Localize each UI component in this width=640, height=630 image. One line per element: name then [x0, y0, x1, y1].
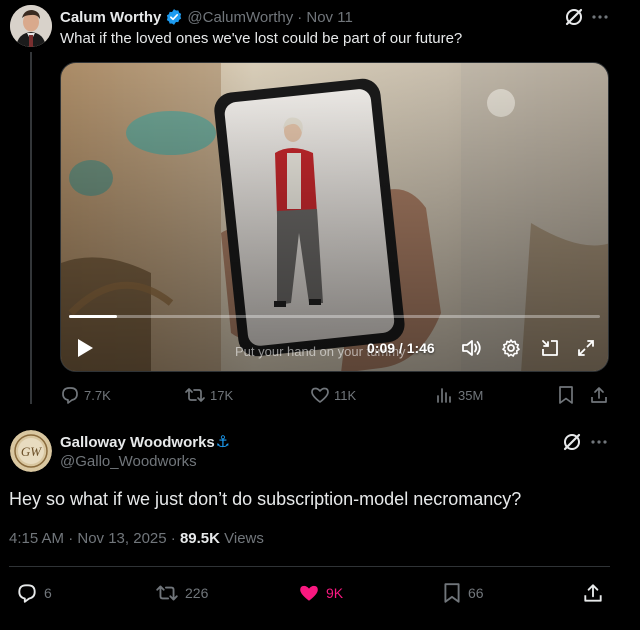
reply-button[interactable]: 7.7K	[60, 383, 111, 407]
settings-gear-icon[interactable]	[498, 335, 524, 361]
heart-icon	[311, 387, 329, 403]
views-count: 89.5K	[179, 530, 220, 547]
thread-connector-line	[30, 52, 32, 404]
bookmark-button[interactable]	[557, 383, 579, 407]
video-player[interactable]: Put your hand on your tummy 0:09 / 1:46	[60, 62, 609, 372]
tweet-meta: 4:15 AM · Nov 13, 2025 · 89.5K Views	[9, 530, 264, 547]
more-options-icon[interactable]	[591, 6, 609, 28]
divider	[9, 566, 610, 567]
avatar-calum-worthy[interactable]	[10, 5, 52, 47]
reply-count: 6	[44, 585, 52, 601]
tweet-actions: 7.7K 17K 11K 35M	[60, 383, 613, 407]
tweet-text: What if the loved ones we've lost could …	[60, 30, 463, 47]
repost-count: 226	[185, 585, 209, 601]
reply-button[interactable]: 6	[16, 580, 52, 606]
views-chart-icon	[437, 388, 451, 403]
bookmark-button[interactable]: 66	[442, 580, 484, 606]
more-options-icon[interactable]	[590, 431, 608, 453]
video-frame-image	[61, 63, 608, 371]
reply-icon	[18, 584, 36, 603]
fullscreen-icon[interactable]	[573, 335, 599, 361]
bookmark-icon	[559, 386, 573, 404]
tweet-actions: 6 226 9K 66	[0, 580, 640, 606]
like-button[interactable]: 9K	[298, 580, 343, 606]
repost-icon	[156, 585, 178, 601]
share-button[interactable]	[583, 580, 609, 606]
like-button[interactable]: 11K	[310, 383, 356, 407]
like-count: 9K	[326, 585, 344, 601]
avatar-galloway-woodworks[interactable]: GW	[10, 430, 52, 472]
repost-count: 17K	[210, 387, 234, 403]
share-button[interactable]	[590, 383, 612, 407]
anchor-emoji: ⚓	[215, 434, 231, 451]
tweet-text: Hey so what if we just don’t do subscrip…	[9, 489, 522, 509]
picture-in-picture-icon[interactable]	[537, 335, 563, 361]
tweet-header: Calum Worthy @CalumWorthy · Nov 11	[60, 6, 353, 28]
author-name[interactable]: Calum Worthy	[60, 9, 161, 26]
tweet-timestamp[interactable]: 4:15 AM · Nov 13, 2025 ·	[9, 530, 180, 547]
svg-text:GW: GW	[21, 444, 42, 459]
grok-icon[interactable]	[564, 6, 584, 28]
author-name-row: Galloway Woodworks ⚓	[60, 432, 230, 452]
video-progress-bar[interactable]	[69, 315, 600, 318]
author-handle[interactable]: @CalumWorthy	[187, 9, 293, 26]
play-icon[interactable]	[73, 335, 97, 361]
author-handle[interactable]: @Gallo_Woodworks	[60, 453, 197, 470]
verified-badge-icon	[165, 8, 183, 26]
views-count: 35M	[458, 387, 484, 403]
bookmark-count: 66	[468, 585, 484, 601]
share-icon	[584, 584, 602, 602]
reply-icon	[62, 387, 78, 404]
author-name[interactable]: Galloway Woodworks	[60, 434, 215, 451]
repost-icon	[185, 388, 205, 402]
like-count: 11K	[334, 387, 357, 403]
volume-icon[interactable]	[459, 335, 485, 361]
video-progress-fill	[69, 315, 117, 318]
reply-count: 7.7K	[84, 387, 111, 403]
video-time: 0:09 / 1:46	[367, 340, 435, 356]
heart-filled-icon	[300, 585, 318, 601]
views-label: Views	[219, 530, 264, 547]
tweet-timestamp[interactable]: · Nov 11	[297, 9, 353, 26]
views-button[interactable]: 35M	[434, 383, 483, 407]
bookmark-icon	[444, 583, 460, 603]
repost-button[interactable]: 226	[155, 580, 208, 606]
repost-button[interactable]: 17K	[184, 383, 233, 407]
share-icon	[591, 387, 607, 403]
grok-icon[interactable]	[562, 431, 582, 453]
